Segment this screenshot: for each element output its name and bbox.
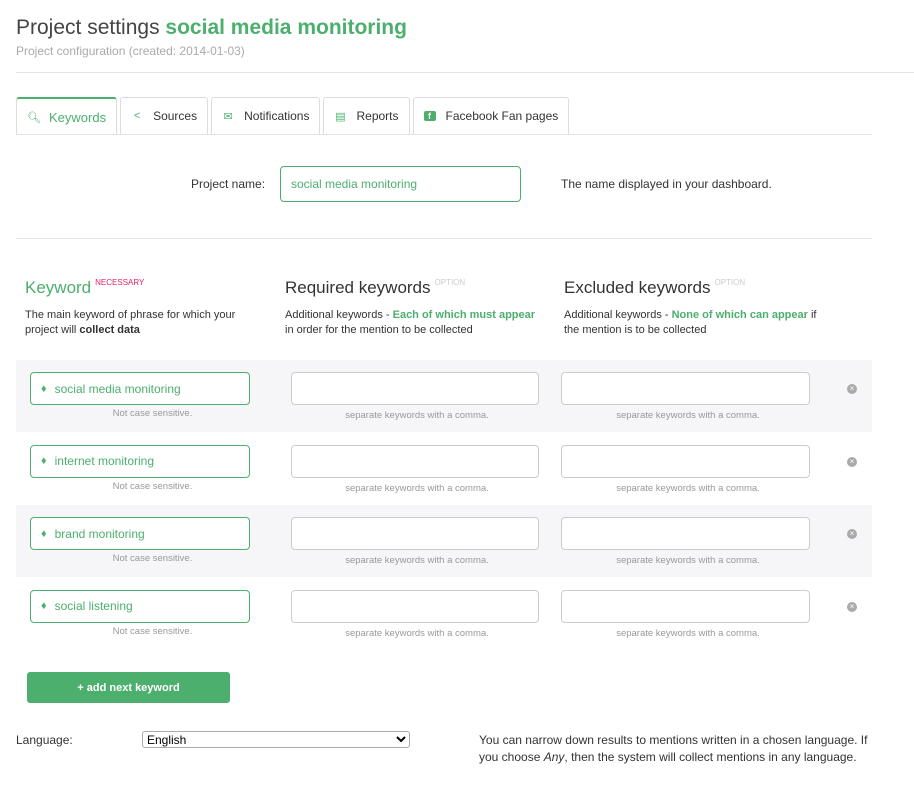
page-title: Project settings social media monitoring [16, 16, 407, 39]
tag-icon: ♦ [41, 455, 47, 467]
remove-keyword-icon[interactable]: × [847, 529, 857, 539]
option-badge: OPTION [434, 278, 466, 287]
tab-divider [16, 134, 872, 135]
excluded-keywords-input[interactable] [561, 372, 810, 405]
option-badge: OPTION [714, 278, 746, 287]
project-name-input[interactable]: social media monitoring [280, 166, 521, 202]
tab-notifications[interactable]: ✉ Notifications [211, 97, 321, 134]
tab-label: Facebook Fan pages [445, 109, 559, 123]
excluded-hint: separate keywords with a comma. [616, 555, 760, 566]
keyword-input[interactable]: ♦ social media monitoring [30, 372, 250, 405]
tag-icon: ♦ [41, 600, 47, 612]
document-icon: ▤ [335, 110, 346, 123]
required-keywords-input[interactable] [291, 589, 539, 623]
keyword-input[interactable]: ♦ internet monitoring [30, 444, 250, 478]
excluded-keywords-input[interactable] [561, 589, 810, 623]
tab-label: Reports [356, 109, 399, 123]
language-select[interactable]: English [142, 731, 410, 748]
share-icon: < [133, 110, 141, 122]
keyword-hint: Not case sensitive. [112, 480, 193, 492]
keyword-hint: Not case sensitive. [112, 625, 193, 637]
tag-icon: ♦ [41, 382, 47, 395]
excluded-hint: separate keywords with a comma. [616, 482, 760, 494]
excluded-hint: separate keywords with a comma. [616, 627, 760, 639]
tab-bar: 🔍︎ Keywords < Sources ✉ Notifications ▤ Repo… [16, 97, 570, 135]
search-icon: 🔍︎ [27, 111, 41, 124]
excluded-column-title: Excluded keywords OPTION [564, 278, 746, 297]
project-name-label: Project name: [191, 177, 266, 191]
tab-label: Notifications [244, 109, 310, 123]
necessary-badge: NECESSARY [95, 278, 145, 287]
tab-sources[interactable]: < Sources [120, 97, 209, 134]
remove-keyword-icon[interactable]: × [847, 601, 857, 612]
remove-keyword-icon[interactable]: × [847, 384, 857, 394]
language-help: You can narrow down results to mentions … [479, 733, 868, 764]
keyword-hint: Not case sensitive. [112, 553, 193, 564]
tab-label: Sources [153, 109, 198, 123]
required-keywords-input[interactable] [291, 372, 539, 405]
tab-reports[interactable]: ▤ Reports [323, 97, 410, 134]
divider [16, 72, 914, 73]
add-keyword-button[interactable]: + add next keyword [27, 672, 230, 703]
tab-facebook-fan-pages[interactable]: f Facebook Fan pages [412, 97, 570, 134]
keyword-column-title: Keyword NECESSARY [25, 278, 145, 297]
required-keywords-input[interactable] [291, 444, 539, 478]
page-subtitle: Project configuration (created: 2014-01-… [16, 44, 245, 58]
required-hint: separate keywords with a comma. [345, 410, 489, 421]
required-column-desc: Additional keywords - Each of which must… [285, 309, 536, 336]
envelope-icon: ✉ [223, 110, 233, 123]
tab-label: Keywords [49, 109, 107, 125]
project-name-help: The name displayed in your dashboard. [561, 177, 772, 191]
tab-keywords[interactable]: 🔍︎ Keywords [16, 97, 118, 135]
remove-keyword-icon[interactable]: × [847, 456, 857, 467]
keyword-hint: Not case sensitive. [112, 408, 193, 419]
excluded-keywords-input[interactable] [561, 517, 810, 550]
required-hint: separate keywords with a comma. [345, 627, 489, 639]
tag-icon: ♦ [41, 527, 47, 540]
keyword-input[interactable]: ♦ social listening [30, 589, 250, 623]
divider [16, 238, 872, 239]
keyword-column-desc: The main keyword of phrase for which you… [25, 309, 236, 336]
keyword-input[interactable]: ♦ brand monitoring [30, 517, 250, 550]
excluded-column-desc: Additional keywords - None of which can … [564, 309, 817, 336]
excluded-hint: separate keywords with a comma. [616, 410, 760, 421]
facebook-icon: f [423, 111, 436, 121]
required-hint: separate keywords with a comma. [345, 482, 489, 494]
language-label: Language: [16, 733, 73, 747]
required-keywords-input[interactable] [291, 517, 539, 550]
excluded-keywords-input[interactable] [561, 444, 810, 478]
required-hint: separate keywords with a comma. [345, 555, 489, 566]
required-column-title: Required keywords OPTION [285, 278, 466, 297]
